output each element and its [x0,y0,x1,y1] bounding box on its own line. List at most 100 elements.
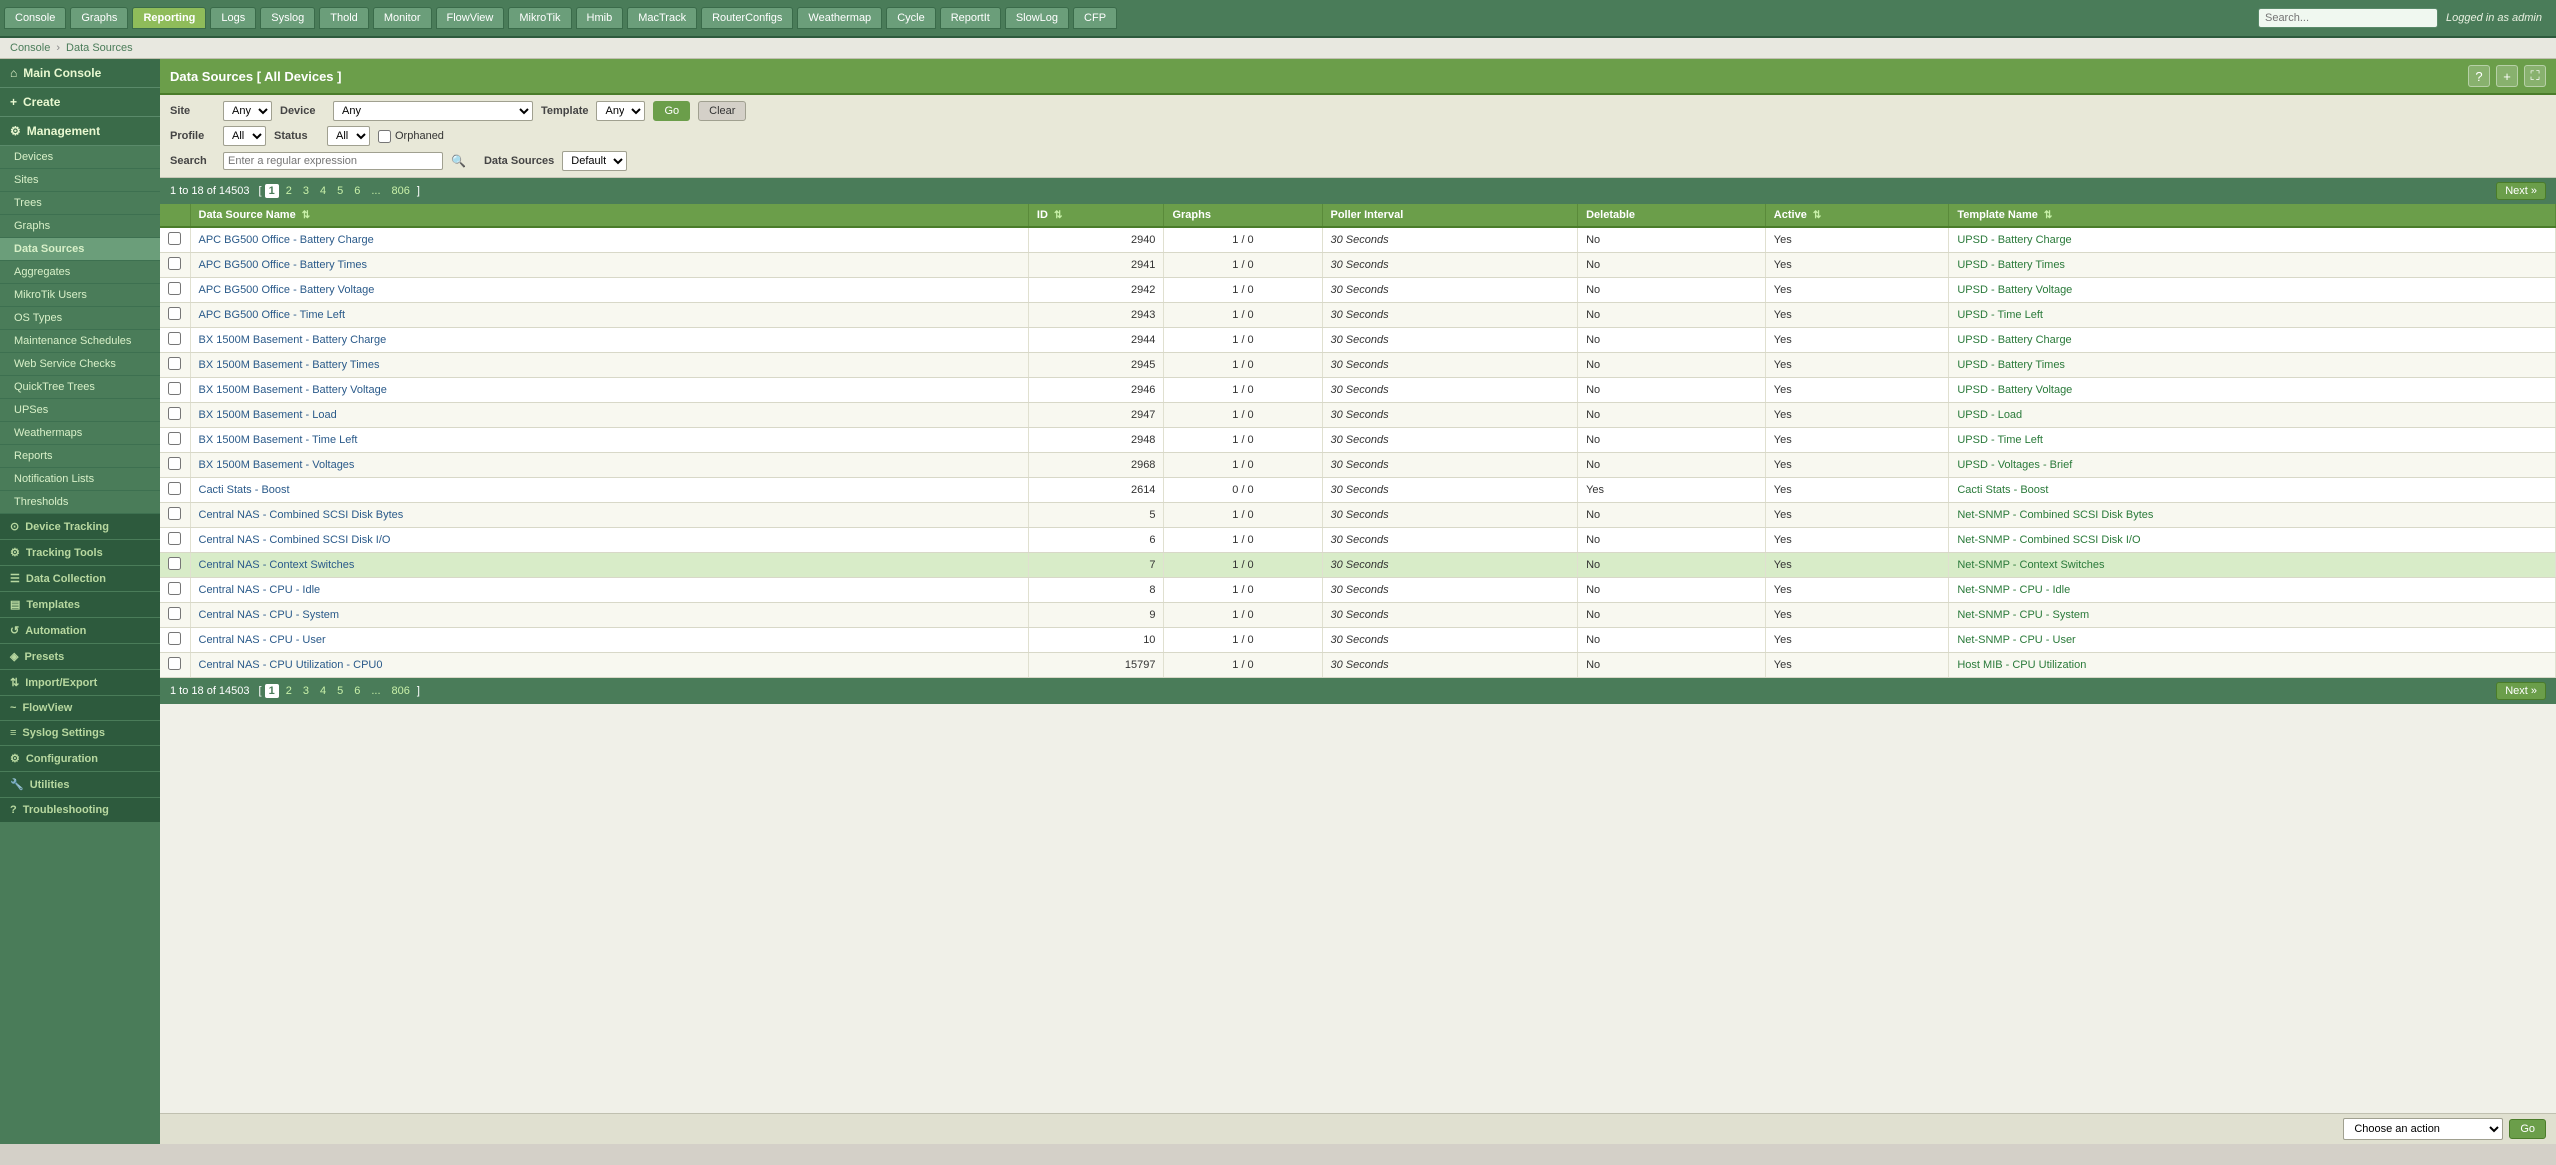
row-name-link[interactable]: Central NAS - CPU - User [199,634,326,646]
nav-tab-cfp[interactable]: CFP [1073,7,1117,29]
orphaned-label[interactable]: Orphaned [378,130,444,143]
nav-tab-mikrotik[interactable]: MikroTik [508,7,571,29]
row-name-link[interactable]: Central NAS - Context Switches [199,559,355,571]
sidebar-item-devices[interactable]: Devices [0,146,160,169]
row-template-link[interactable]: UPSD - Battery Charge [1957,334,2071,346]
sidebar-item-graphs[interactable]: Graphs [0,215,160,238]
row-checkbox[interactable] [168,457,181,470]
row-name-link[interactable]: BX 1500M Basement - Voltages [199,459,355,471]
next-button-top[interactable]: Next » [2496,182,2546,200]
row-checkbox[interactable] [168,307,181,320]
breadcrumb-data-sources[interactable]: Data Sources [66,42,133,54]
col-template-name[interactable]: Template Name ⇅ [1949,204,2556,227]
sidebar-subsection-flowview[interactable]: ~FlowView [0,696,160,721]
row-template-link[interactable]: UPSD - Battery Voltage [1957,284,2072,296]
device-select[interactable]: Any [333,101,533,121]
page-link-5[interactable]: 5 [333,184,347,198]
row-name-link[interactable]: Central NAS - CPU Utilization - CPU0 [199,659,383,671]
nav-tab-slowlog[interactable]: SlowLog [1005,7,1069,29]
row-template-link[interactable]: Net-SNMP - Combined SCSI Disk Bytes [1957,509,2153,521]
row-name-link[interactable]: Central NAS - CPU - Idle [199,584,321,596]
sidebar-item-aggregates[interactable]: Aggregates [0,261,160,284]
nav-tab-monitor[interactable]: Monitor [373,7,432,29]
add-icon-btn[interactable]: + [2496,65,2518,87]
sidebar-item-os-types[interactable]: OS Types [0,307,160,330]
row-checkbox[interactable] [168,507,181,520]
sidebar-subsection-syslog-settings[interactable]: ≡Syslog Settings [0,721,160,746]
sidebar-item-sites[interactable]: Sites [0,169,160,192]
row-name-link[interactable]: Central NAS - Combined SCSI Disk I/O [199,534,391,546]
page-link-806[interactable]: 806 [388,184,414,198]
row-template-link[interactable]: UPSD - Battery Charge [1957,234,2071,246]
sidebar-main-console[interactable]: ⌂ Main Console [0,59,160,88]
row-name-link[interactable]: BX 1500M Basement - Battery Charge [199,334,387,346]
row-checkbox[interactable] [168,382,181,395]
sidebar-item-trees[interactable]: Trees [0,192,160,215]
row-name-link[interactable]: BX 1500M Basement - Load [199,409,337,421]
action-select[interactable]: Choose an action Delete Enable Disable [2343,1118,2503,1140]
sidebar-subsection-device-tracking[interactable]: ⊙Device Tracking [0,514,160,540]
go-button[interactable]: Go [653,101,690,121]
sidebar-item-notification-lists[interactable]: Notification Lists [0,468,160,491]
row-template-link[interactable]: UPSD - Battery Times [1957,359,2065,371]
global-search-input[interactable] [2258,8,2438,28]
nav-tab-syslog[interactable]: Syslog [260,7,315,29]
sidebar-create[interactable]: + Create [0,88,160,117]
row-template-link[interactable]: UPSD - Battery Times [1957,259,2065,271]
sidebar-item-web-service-checks[interactable]: Web Service Checks [0,353,160,376]
status-select[interactable]: All [327,126,370,146]
row-checkbox[interactable] [168,657,181,670]
row-checkbox[interactable] [168,557,181,570]
row-name-link[interactable]: BX 1500M Basement - Time Left [199,434,358,446]
search-input[interactable] [223,152,443,170]
nav-tab-flowview[interactable]: FlowView [436,7,505,29]
row-checkbox[interactable] [168,282,181,295]
sidebar-management[interactable]: ⚙ Management [0,117,160,146]
row-checkbox[interactable] [168,582,181,595]
page-link-4[interactable]: 4 [316,684,330,698]
sidebar-subsection-utilities[interactable]: 🔧Utilities [0,772,160,798]
row-checkbox[interactable] [168,332,181,345]
action-go-button[interactable]: Go [2509,1119,2546,1139]
sidebar-item-weathermaps[interactable]: Weathermaps [0,422,160,445]
page-link-1[interactable]: 1 [265,684,279,698]
nav-tab-thold[interactable]: Thold [319,7,369,29]
row-template-link[interactable]: UPSD - Battery Voltage [1957,384,2072,396]
sidebar-subsection-presets[interactable]: ◈Presets [0,644,160,670]
row-template-link[interactable]: Net-SNMP - CPU - User [1957,634,2075,646]
row-template-link[interactable]: Net-SNMP - Combined SCSI Disk I/O [1957,534,2140,546]
template-select[interactable]: Any [596,101,645,121]
row-template-link[interactable]: Net-SNMP - CPU - System [1957,609,2089,621]
row-template-link[interactable]: Cacti Stats - Boost [1957,484,2048,496]
sidebar-subsection-troubleshooting[interactable]: ?Troubleshooting [0,798,160,823]
page-link-806[interactable]: 806 [388,684,414,698]
sidebar-item-maintenance-schedules[interactable]: Maintenance Schedules [0,330,160,353]
sidebar-item-thresholds[interactable]: Thresholds [0,491,160,514]
nav-tab-console[interactable]: Console [4,7,66,29]
row-checkbox[interactable] [168,482,181,495]
nav-tab-routerconfigs[interactable]: RouterConfigs [701,7,793,29]
col-data-source-name[interactable]: Data Source Name ⇅ [190,204,1028,227]
row-name-link[interactable]: BX 1500M Basement - Battery Times [199,359,380,371]
site-select[interactable]: Any [223,101,272,121]
row-checkbox[interactable] [168,257,181,270]
sidebar-item-data-sources[interactable]: Data Sources [0,238,160,261]
datasources-select[interactable]: Default [562,151,627,171]
nav-tab-graphs[interactable]: Graphs [70,7,128,29]
page-link-3[interactable]: 3 [299,684,313,698]
sidebar-subsection-automation[interactable]: ↺Automation [0,618,160,644]
page-link-3[interactable]: 3 [299,184,313,198]
nav-tab-logs[interactable]: Logs [210,7,256,29]
clear-button[interactable]: Clear [698,101,746,121]
profile-select[interactable]: All [223,126,266,146]
row-template-link[interactable]: Net-SNMP - CPU - Idle [1957,584,2070,596]
page-link-2[interactable]: 2 [282,684,296,698]
page-link-5[interactable]: 5 [333,684,347,698]
page-link-6[interactable]: 6 [350,184,364,198]
help-icon-btn[interactable]: ? [2468,65,2490,87]
sidebar-item-quicktree-trees[interactable]: QuickTree Trees [0,376,160,399]
row-name-link[interactable]: APC BG500 Office - Time Left [199,309,346,321]
row-checkbox[interactable] [168,232,181,245]
row-name-link[interactable]: Cacti Stats - Boost [199,484,290,496]
row-template-link[interactable]: UPSD - Time Left [1957,434,2043,446]
